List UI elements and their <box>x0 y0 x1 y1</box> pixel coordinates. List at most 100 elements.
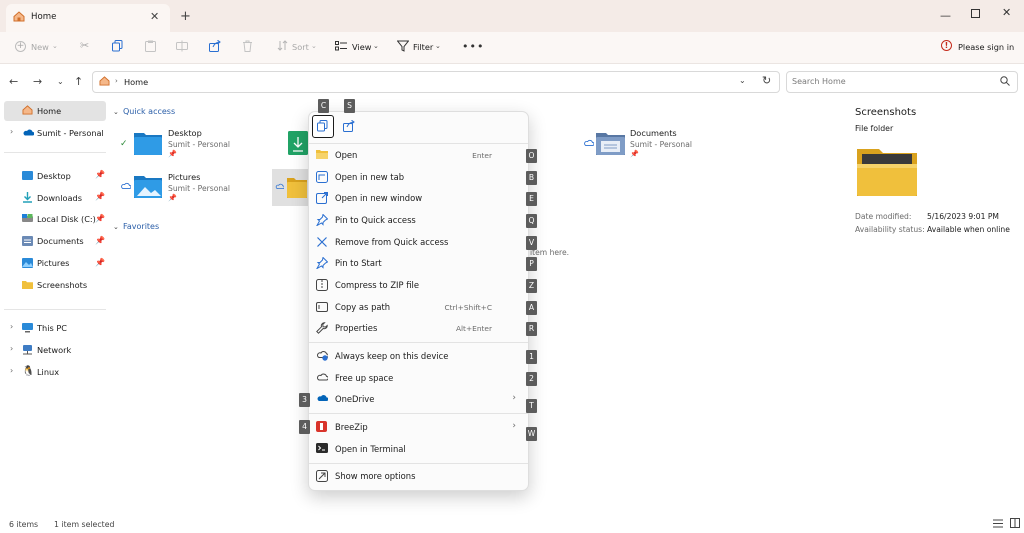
menu-item-label: Show more options <box>335 471 416 481</box>
downloads-folder-icon[interactable] <box>288 131 308 155</box>
access-key-new-window: E <box>526 192 537 206</box>
close-tab-icon[interactable]: ✕ <box>150 10 159 23</box>
access-key-pin-start: P <box>526 257 537 271</box>
share-icon[interactable] <box>209 40 221 52</box>
menu-item-show-more-options[interactable]: Show more options <box>316 467 520 487</box>
maximize-icon[interactable] <box>971 9 980 18</box>
details-view-icon[interactable] <box>993 519 1003 528</box>
menu-item-onedrive[interactable]: OneDrive › <box>316 390 520 410</box>
access-key-remove-quick: V <box>526 236 537 250</box>
menu-item-label: Pin to Start <box>335 258 382 268</box>
menu-item-open-new-window[interactable]: Open in new window <box>316 189 520 209</box>
menu-item-open-terminal[interactable]: Open in Terminal <box>316 440 520 460</box>
close-window-icon[interactable]: ✕ <box>1002 6 1011 19</box>
desktop-tile-name[interactable]: Desktop <box>168 128 202 138</box>
details-modified-value: 5/16/2023 9:01 PM <box>927 212 999 221</box>
open-folder-icon <box>316 149 328 159</box>
refresh-icon[interactable]: ↻ <box>762 74 771 87</box>
sidebar-item-local-disk[interactable]: Local Disk (C:) <box>37 214 96 224</box>
access-key-zip: Z <box>526 279 537 293</box>
access-key-new-tab: B <box>526 171 537 185</box>
copy-icon[interactable] <box>112 40 123 52</box>
menu-item-label: OneDrive <box>335 394 375 404</box>
menu-item-pin-start[interactable]: Pin to Start <box>316 254 520 274</box>
sidebar-item-desktop[interactable]: Desktop <box>37 171 71 181</box>
new-button[interactable]: New <box>31 42 49 52</box>
favorites-chevron-icon[interactable]: ⌄ <box>113 223 119 231</box>
menu-separator <box>309 413 528 414</box>
sort-button[interactable]: Sort <box>292 42 309 52</box>
tiles-view-icon[interactable] <box>1010 518 1020 528</box>
documents-tile-name[interactable]: Documents <box>630 128 677 138</box>
cut-icon[interactable]: ✂ <box>80 39 89 52</box>
menu-item-open-new-tab[interactable]: Open in new tab <box>316 168 520 188</box>
sidebar-home-icon <box>22 105 33 115</box>
keep-device-icon <box>316 350 328 361</box>
recent-chevron-icon[interactable]: ⌄ <box>57 77 64 86</box>
documents-icon <box>22 236 33 246</box>
menu-item-pin-quick-access[interactable]: Pin to Quick access <box>316 211 520 231</box>
submenu-chevron-icon: › <box>512 421 516 431</box>
paste-icon[interactable] <box>145 40 156 52</box>
pictures-tile-name[interactable]: Pictures <box>168 172 200 182</box>
menu-item-breezip[interactable]: BreeZip › <box>316 418 520 438</box>
sidebar-item-screenshots[interactable]: Screenshots <box>37 280 87 290</box>
breadcrumb[interactable]: Home <box>124 77 148 87</box>
pin-start-icon <box>316 257 328 269</box>
menu-item-free-up-space[interactable]: Free up space <box>316 369 520 389</box>
menu-item-remove-quick-access[interactable]: Remove from Quick access <box>316 233 520 253</box>
sign-in-button[interactable]: Please sign in <box>958 42 1014 52</box>
menu-item-compress-zip[interactable]: Compress to ZIP file <box>316 276 520 296</box>
address-dropdown-icon[interactable]: ⌄ <box>739 76 746 85</box>
menu-share-button[interactable] <box>343 120 355 132</box>
new-chevron-icon: ⌄ <box>52 42 58 50</box>
menu-item-open[interactable]: Open Enter <box>316 146 520 166</box>
copy-path-icon <box>316 301 328 313</box>
address-field[interactable] <box>92 71 780 93</box>
minimize-icon[interactable]: — <box>940 9 951 22</box>
delete-icon[interactable] <box>242 40 253 52</box>
sidebar-item-this-pc[interactable]: This PC <box>37 323 67 333</box>
drive-icon <box>22 214 33 223</box>
up-icon[interactable]: ↑ <box>74 75 83 88</box>
more-icon[interactable]: ••• <box>462 40 484 53</box>
sidebar-item-onedrive[interactable]: Sumit - Personal <box>37 128 104 138</box>
onedrive-cloud-icon <box>22 128 34 136</box>
sidebar-item-documents[interactable]: Documents <box>37 236 84 246</box>
quick-access-heading[interactable]: Quick access <box>123 107 175 116</box>
sidebar-item-network[interactable]: Network <box>37 345 71 355</box>
menu-item-always-keep[interactable]: Always keep on this device <box>316 347 520 367</box>
pictures-folder-icon[interactable] <box>134 174 162 198</box>
menu-separator <box>309 463 528 464</box>
network-icon <box>22 345 33 355</box>
search-icon[interactable] <box>1000 76 1010 86</box>
forward-icon[interactable]: → <box>33 75 42 88</box>
documents-folder-icon[interactable] <box>596 131 625 155</box>
menu-item-properties[interactable]: Properties Alt+Enter <box>316 319 520 339</box>
linux-expand-icon[interactable]: › <box>10 366 13 375</box>
menu-item-copy-as-path[interactable]: Copy as path Ctrl+Shift+C <box>316 298 520 318</box>
new-window-icon <box>316 192 328 204</box>
sidebar-item-pictures[interactable]: Pictures <box>37 258 69 268</box>
more-options-icon <box>316 470 328 482</box>
rename-icon[interactable] <box>176 40 188 52</box>
onedrive-expand-icon[interactable]: › <box>10 127 13 136</box>
view-button[interactable]: View <box>352 42 371 52</box>
network-expand-icon[interactable]: › <box>10 344 13 353</box>
back-icon[interactable]: ← <box>9 75 18 88</box>
search-placeholder: Search Home <box>792 77 846 86</box>
breezip-icon <box>316 421 327 432</box>
filter-button[interactable]: Filter <box>413 42 433 52</box>
favorites-heading[interactable]: Favorites <box>123 222 159 231</box>
sidebar-item-downloads[interactable]: Downloads <box>37 193 82 203</box>
sidebar-item-linux[interactable]: Linux <box>37 367 59 377</box>
desktop-icon <box>22 171 33 180</box>
details-title: Screenshots <box>855 107 917 118</box>
add-tab-icon[interactable]: + <box>180 9 191 24</box>
details-folder-icon <box>857 146 917 196</box>
quick-access-chevron-icon[interactable]: ⌄ <box>113 108 119 116</box>
thispc-expand-icon[interactable]: › <box>10 322 13 331</box>
access-key-copy: C <box>318 99 329 113</box>
desktop-folder-icon[interactable] <box>134 131 162 155</box>
breadcrumb-separator-icon: › <box>115 77 118 85</box>
